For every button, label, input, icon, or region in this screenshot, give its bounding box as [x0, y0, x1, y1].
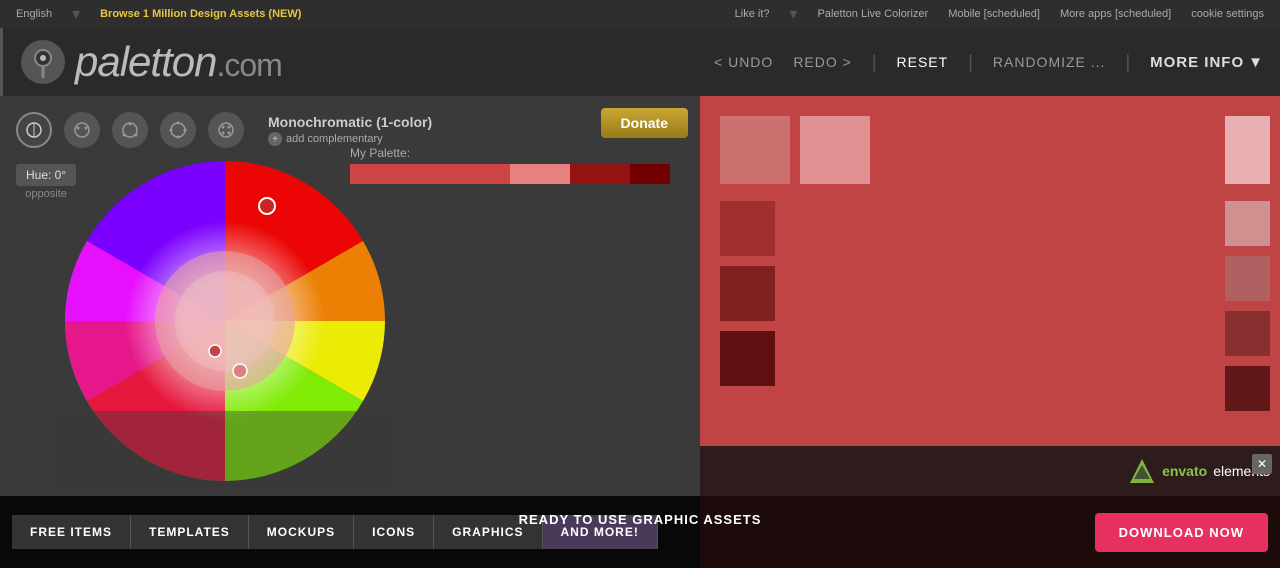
envato-bar: envato elements ✕ [700, 446, 1280, 496]
language-selector[interactable]: English [16, 8, 52, 20]
swatch-dark2[interactable] [720, 331, 775, 386]
mono-mode-icon[interactable] [16, 112, 52, 148]
colorizer-link[interactable]: Paletton Live Colorizer [818, 8, 929, 20]
palette-bar [350, 164, 670, 184]
add-icon: + [268, 132, 282, 146]
swatch-dark1[interactable] [720, 266, 775, 321]
add-complementary-button[interactable]: + add complementary [268, 132, 432, 146]
palette-segment-3[interactable] [570, 164, 630, 184]
templates-button[interactable]: TEMPLATES [131, 515, 249, 549]
mobile-link[interactable]: Mobile [scheduled] [948, 8, 1040, 20]
swatch-right3[interactable] [1225, 311, 1270, 356]
logo-icon [19, 38, 67, 86]
icons-button[interactable]: ICONS [354, 515, 434, 549]
top-navigation: English ▾ Browse 1 Million Design Assets… [0, 0, 1280, 28]
my-palette-label: My Palette: [350, 146, 670, 160]
donate-button[interactable]: Donate [601, 108, 688, 138]
mode-info: Monochromatic (1-color) + add complement… [268, 114, 432, 146]
undo-button[interactable]: < UNDO [714, 54, 773, 70]
more-info-button[interactable]: MORE INFO ▼ [1150, 54, 1264, 71]
close-button[interactable]: ✕ [1252, 454, 1272, 474]
color-wheel-svg[interactable] [55, 151, 395, 491]
mode-icons: Monochromatic (1-color) + add complement… [16, 112, 684, 148]
swatch-mid1[interactable] [720, 201, 775, 256]
envato-icon [1128, 457, 1156, 485]
moreapps-link[interactable]: More apps [scheduled] [1060, 8, 1171, 20]
swatch-light3[interactable] [1225, 116, 1270, 184]
browse-link[interactable]: Browse 1 Million Design Assets (NEW) [100, 8, 301, 20]
palette-segment-2[interactable] [510, 164, 570, 184]
swatch-light1[interactable] [720, 116, 790, 184]
main-header: paletton.com < UNDO REDO > | RESET | RAN… [0, 28, 1280, 96]
download-now-button[interactable]: DOWNLOAD NOW [1095, 513, 1268, 552]
saturation-selector2[interactable] [209, 345, 221, 357]
logo-area: paletton.com [19, 38, 282, 86]
randomize-button[interactable]: RANDOMIZE ... [993, 54, 1106, 70]
banner-ready-text: READY TO USE GRAPHIC ASSETS [519, 512, 762, 527]
saturation-selector[interactable] [233, 364, 247, 378]
mockups-button[interactable]: MOCKUPS [249, 515, 354, 549]
color-wheel-container[interactable] [55, 151, 395, 491]
swatch-right2[interactable] [1225, 256, 1270, 301]
tetrad-mode-icon[interactable] [160, 112, 196, 148]
adjacent-mode-icon[interactable] [64, 112, 100, 148]
my-palette-area: My Palette: [350, 146, 670, 184]
logo-text: paletton.com [75, 38, 282, 86]
mode-name-label: Monochromatic (1-color) [268, 114, 432, 130]
reset-button[interactable]: RESET [897, 54, 949, 70]
free-mode-icon[interactable] [208, 112, 244, 148]
palette-segment-4[interactable] [630, 164, 670, 184]
likeit-link[interactable]: Like it? [735, 8, 770, 20]
bottom-banner: FREE ITEMS TEMPLATES MOCKUPS ICONS GRAPH… [0, 496, 1280, 568]
swatch-light2[interactable] [800, 116, 870, 184]
header-actions: < UNDO REDO > | RESET | RANDOMIZE ... | … [714, 52, 1264, 73]
swatch-right1[interactable] [1225, 201, 1270, 246]
swatch-right4[interactable] [1225, 366, 1270, 411]
free-items-button[interactable]: FREE ITEMS [12, 515, 131, 549]
cookie-link[interactable]: cookie settings [1191, 8, 1264, 20]
envato-text: envato [1162, 463, 1207, 479]
redo-button[interactable]: REDO > [793, 54, 852, 70]
envato-logo-area: envato elements [1128, 457, 1270, 485]
hue-selector[interactable] [259, 198, 275, 214]
triad-mode-icon[interactable] [112, 112, 148, 148]
